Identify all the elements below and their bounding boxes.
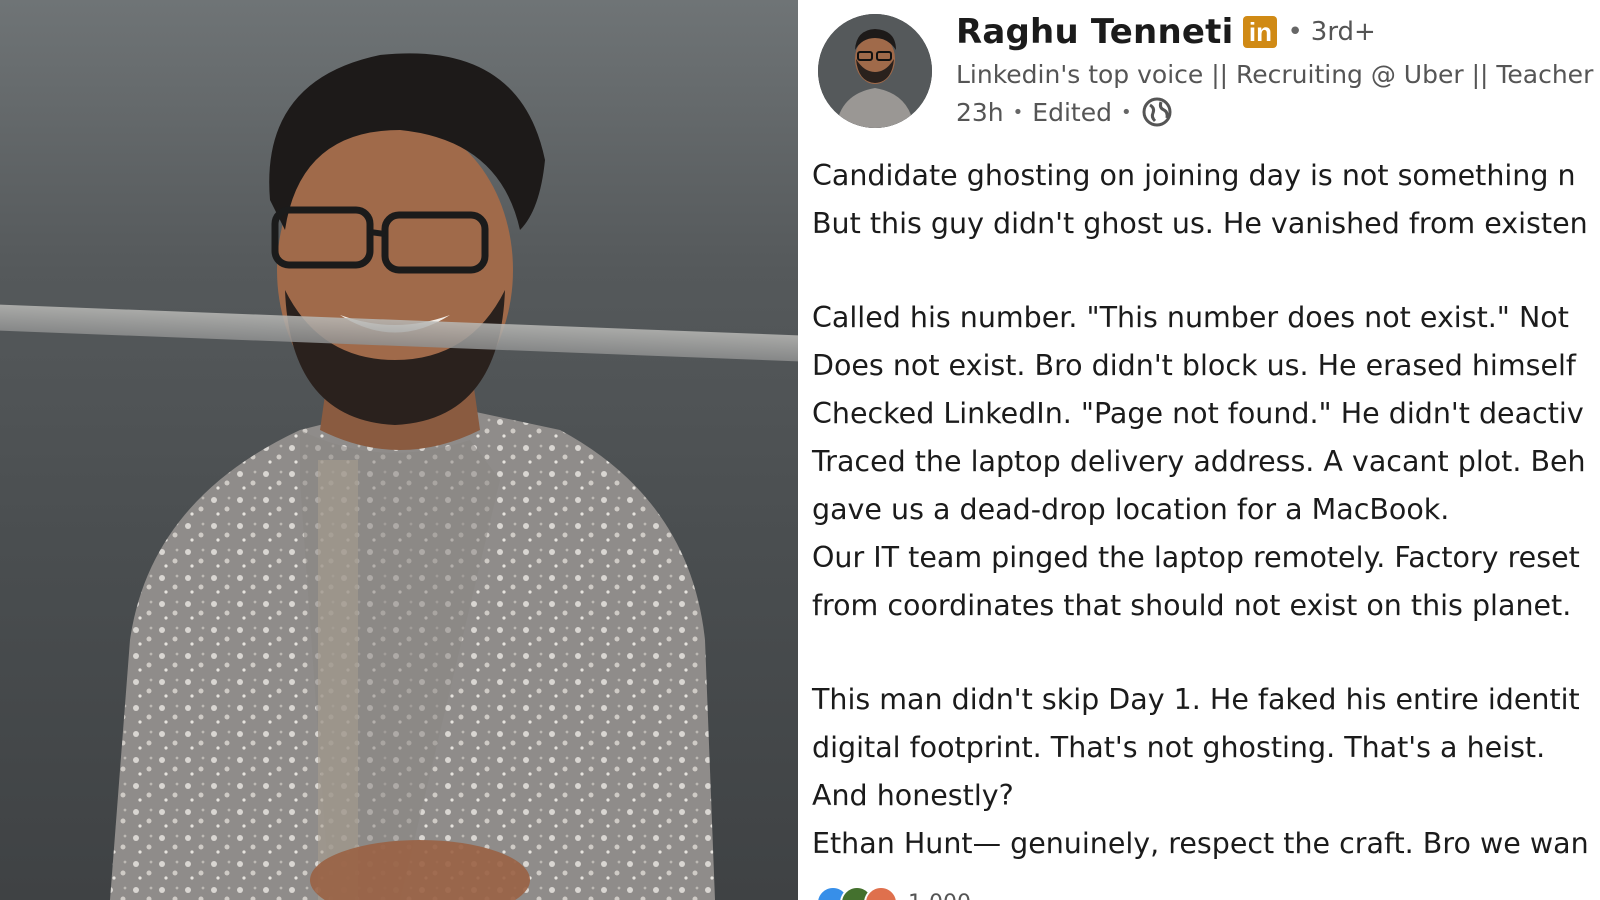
separator-dot: •	[1120, 101, 1132, 123]
avatar-illustration	[818, 14, 932, 128]
post-text-line: Called his number. "This number does not…	[812, 301, 1569, 334]
author-headline: Linkedin's top voice || Recruiting @ Ube…	[956, 60, 1594, 89]
edited-label: Edited	[1032, 97, 1112, 127]
post-text-line: And honestly?	[812, 779, 1014, 812]
linkedin-post: Raghu Tenneti in • 3rd+ Linkedin's top v…	[798, 0, 1600, 900]
linkedin-badge-icon: in	[1243, 16, 1278, 48]
connection-degree: 3rd+	[1310, 17, 1376, 47]
reactions-bar[interactable]: 1,000	[816, 886, 971, 900]
love-reaction-icon	[864, 886, 898, 900]
post-text-line: Does not exist. Bro didn't block us. He …	[812, 349, 1576, 382]
separator-dot: •	[1012, 101, 1024, 123]
profile-photo	[0, 0, 798, 900]
post-text-line: gave us a dead-drop location for a MacBo…	[812, 493, 1450, 526]
post-text-line: digital footprint. That's not ghosting. …	[812, 731, 1546, 764]
post-text-line: Our IT team pinged the laptop remotely. …	[812, 541, 1580, 574]
photo-illustration	[110, 53, 715, 900]
author-name[interactable]: Raghu Tenneti	[956, 12, 1233, 52]
post-text-line: But this guy didn't ghost us. He vanishe…	[812, 207, 1588, 240]
post-text-line: Traced the laptop delivery address. A va…	[812, 445, 1586, 478]
post-text-line: Checked LinkedIn. "Page not found." He d…	[812, 397, 1584, 430]
globe-icon	[1141, 96, 1173, 128]
post-meta: 23h • Edited •	[956, 96, 1173, 128]
post-text-line: Ethan Hunt— genuinely, respect the craft…	[812, 827, 1589, 860]
post-text-line: Candidate ghosting on joining day is not…	[812, 159, 1576, 192]
author-avatar[interactable]	[818, 14, 932, 128]
post-body: Candidate ghosting on joining day is not…	[812, 152, 1600, 868]
author-line: Raghu Tenneti in • 3rd+	[956, 12, 1376, 52]
reaction-count[interactable]: 1,000	[908, 891, 971, 900]
post-text-line: from coordinates that should not exist o…	[812, 589, 1572, 622]
post-text-line: This man didn't skip Day 1. He faked his…	[812, 683, 1580, 716]
post-time: 23h	[956, 97, 1004, 127]
separator-dot: •	[1287, 17, 1303, 47]
